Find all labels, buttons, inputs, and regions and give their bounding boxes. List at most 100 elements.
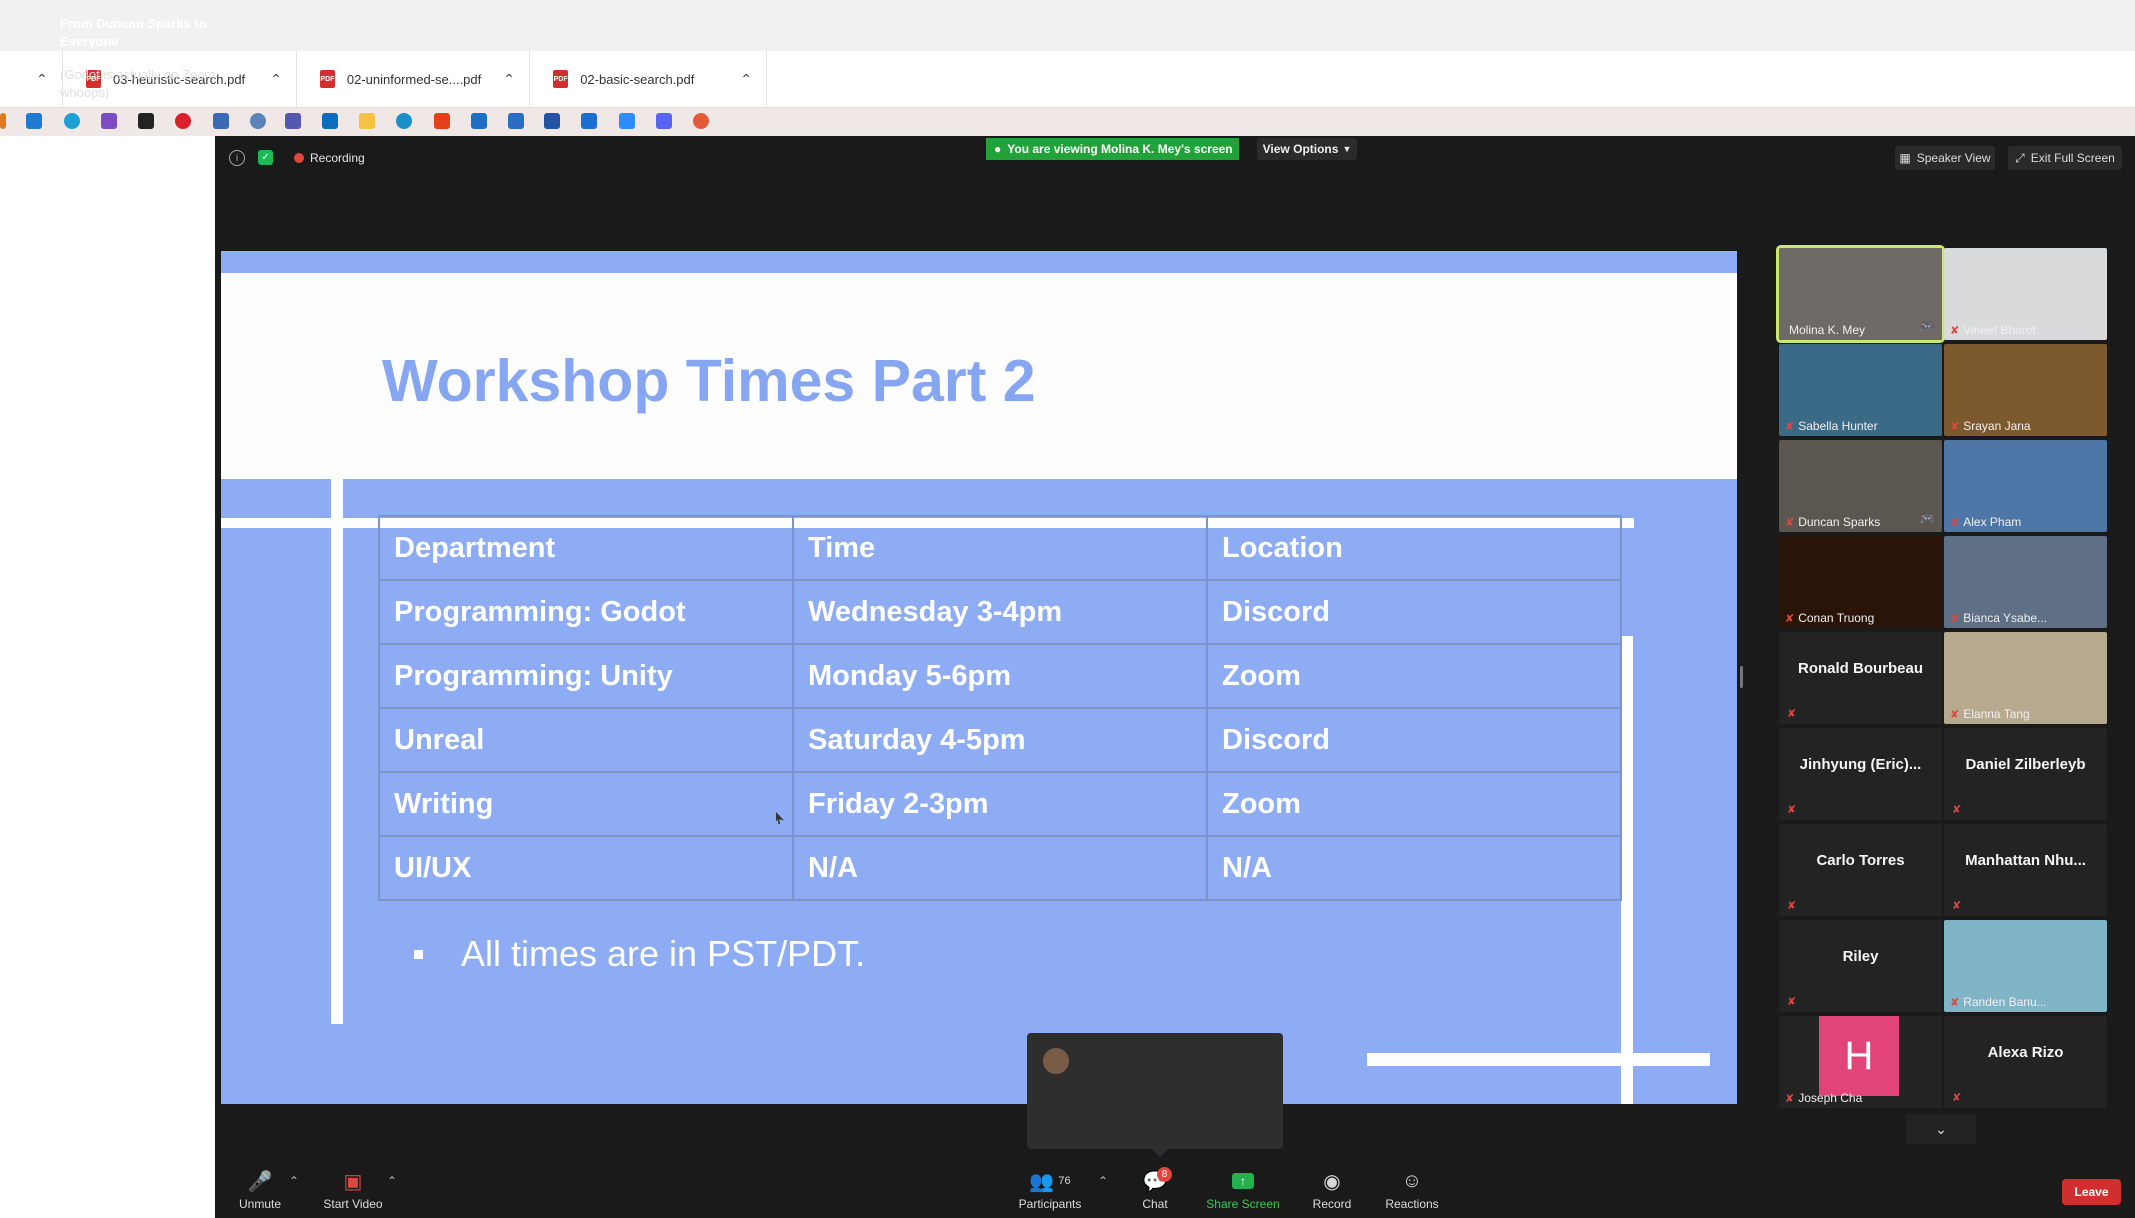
participant-tile[interactable]: ✘ Alex Pham: [1944, 440, 2107, 532]
participant-name-text: Vineet Bharot: [1963, 323, 2036, 337]
opera-icon[interactable]: [175, 113, 191, 129]
participant-tile[interactable]: Carlo Torres ✘: [1779, 824, 1942, 916]
calendar-icon[interactable]: [581, 113, 597, 129]
mail-icon[interactable]: [471, 113, 487, 129]
settings-icon[interactable]: [250, 113, 266, 129]
reactions-label: Reactions: [1385, 1197, 1439, 1211]
participant-name: Manhattan Nhu...: [1965, 852, 2086, 870]
participants-button[interactable]: 👥 76 Participants: [1005, 1168, 1095, 1212]
participant-name: ✘ Srayan Jana: [1950, 419, 2031, 433]
sticky-notes-icon[interactable]: [359, 113, 375, 129]
speaker-view-button[interactable]: ▦ Speaker View: [1895, 146, 1995, 170]
view-options-label: View Options: [1262, 142, 1339, 156]
audio-options-caret-icon[interactable]: ⌃: [289, 1174, 299, 1188]
zoom-icon[interactable]: [619, 113, 635, 129]
muted-microphone-icon: ✘: [1787, 804, 1797, 816]
info-icon[interactable]: i: [229, 150, 245, 166]
download-overflow[interactable]: ⌃: [0, 51, 63, 107]
participant-tile[interactable]: Manhattan Nhu... ✘: [1944, 824, 2107, 916]
discord-icon[interactable]: [656, 113, 672, 129]
download-item[interactable]: PDF 02-basic-search.pdf ⌃: [529, 51, 767, 107]
chat-icon: 💬: [1142, 1170, 1168, 1193]
app-icon[interactable]: [213, 113, 229, 129]
participant-tile[interactable]: ✘ Elanna Tang: [1944, 632, 2107, 724]
participant-tile[interactable]: ✘ Vineet Bharot: [1944, 248, 2107, 340]
participant-tile[interactable]: ✘ Sabella Hunter: [1779, 344, 1942, 436]
table-header-cell: Department: [378, 515, 794, 581]
participant-tile[interactable]: Molina K. Mey 🎮: [1776, 245, 1945, 343]
participant-name: ✘ Elanna Tang: [1950, 707, 2030, 721]
leave-meeting-button[interactable]: Leave: [2062, 1179, 2121, 1205]
paint-icon[interactable]: [693, 113, 709, 129]
chevron-up-icon[interactable]: ⌃: [503, 71, 515, 88]
table-cell: Wednesday 3-4pm: [792, 579, 1208, 645]
participant-tile[interactable]: ✘ Conan Truong: [1779, 536, 1942, 628]
pdf-file-icon: PDF: [553, 70, 569, 88]
participants-options-caret-icon[interactable]: ⌃: [1098, 1174, 1108, 1188]
participant-tile[interactable]: ✘ Duncan Sparks 🎮: [1779, 440, 1942, 532]
share-screen-button[interactable]: ↑ Share Screen: [1198, 1168, 1288, 1211]
participant-tile[interactable]: ✘ Randen Banu...: [1944, 920, 2107, 1012]
participant-tile[interactable]: Ronald Bourbeau ✘: [1779, 632, 1942, 724]
viewing-screen-banner: ● You are viewing Molina K. Mey's screen: [986, 138, 1239, 160]
gallery-next-page-button[interactable]: ⌄: [1906, 1114, 1976, 1144]
participant-tile[interactable]: ✘ Srayan Jana: [1944, 344, 2107, 436]
remote-desktop-icon[interactable]: [508, 113, 524, 129]
start-video-button[interactable]: ▣ Start Video: [308, 1168, 398, 1212]
unmute-label: Unmute: [238, 1197, 282, 1211]
outlook-icon[interactable]: [322, 113, 338, 129]
office-icon[interactable]: [434, 113, 450, 129]
participant-tile[interactable]: Riley ✘: [1779, 920, 1942, 1012]
table-cell: Zoom: [1206, 771, 1622, 837]
app-icon[interactable]: [396, 113, 412, 129]
participants-count: 76: [1058, 1175, 1071, 1187]
record-icon: ◉: [1323, 1170, 1341, 1193]
download-filename: 02-basic-search.pdf: [580, 71, 695, 87]
split-resize-handle[interactable]: [1740, 666, 1743, 688]
chevron-up-icon[interactable]: ⌃: [740, 71, 752, 88]
folder-icon[interactable]: [0, 113, 6, 129]
muted-microphone-icon: ✘: [1950, 996, 1960, 1009]
participant-tile[interactable]: Daniel Zilberleyb ✘: [1944, 728, 2107, 820]
participant-name: ✘ Randen Banu...: [1950, 995, 2047, 1009]
participant-tile[interactable]: H ✘ Joseph Cha: [1779, 1016, 1942, 1108]
participant-tile[interactable]: Jinhyung (Eric)... ✘: [1779, 728, 1942, 820]
exit-fullscreen-icon: ⤢: [2015, 150, 2025, 165]
download-item[interactable]: PDF 02-uninformed-se....pdf ⌃: [296, 51, 530, 107]
encryption-shield-icon[interactable]: ✓: [258, 150, 273, 165]
exit-full-screen-button[interactable]: ⤢ Exit Full Screen: [2008, 146, 2122, 170]
video-options-caret-icon[interactable]: ⌃: [387, 1174, 397, 1188]
chat-button[interactable]: 💬 Chat: [1110, 1168, 1200, 1212]
view-options-button[interactable]: View Options ▼: [1257, 138, 1357, 160]
chevron-up-icon[interactable]: ⌃: [270, 71, 282, 88]
taskbar: [0, 108, 2135, 136]
table-cell: Discord: [1206, 579, 1622, 645]
chat-notification[interactable]: [1027, 1033, 1283, 1149]
share-screen-label: Share Screen: [1206, 1197, 1280, 1211]
vscode-icon[interactable]: [26, 113, 42, 129]
participant-tile[interactable]: Alexa Rizo ✘: [1944, 1016, 2107, 1108]
video-off-icon: ▣: [343, 1170, 363, 1193]
teams-icon[interactable]: [285, 113, 301, 129]
record-button[interactable]: ◉ Record: [1287, 1168, 1377, 1212]
avatar: H: [1819, 1016, 1899, 1096]
browser-top-strip: [0, 0, 2135, 52]
participant-tile[interactable]: ✘ Bianca Ysabe...: [1944, 536, 2107, 628]
participant-name: ✘ Duncan Sparks: [1785, 515, 1880, 529]
participant-name: ✘ Joseph Cha: [1785, 1091, 1862, 1105]
word-icon[interactable]: [544, 113, 560, 129]
chat-notification-pointer: [1151, 1148, 1169, 1157]
terminal-icon[interactable]: [138, 113, 154, 129]
workshop-times-table: Department Time Location Programming: Go…: [378, 515, 1622, 901]
participant-name: ✘ Vineet Bharot: [1950, 323, 2036, 337]
chevron-up-icon[interactable]: ⌃: [36, 71, 48, 88]
muted-microphone-icon: ✘: [1787, 708, 1797, 720]
reactions-button[interactable]: ☺ Reactions: [1367, 1168, 1457, 1212]
visual-studio-icon[interactable]: [101, 113, 117, 129]
muted-microphone-icon: ✘: [1950, 420, 1960, 433]
muted-microphone-icon: ✘: [1950, 516, 1960, 529]
pdf-file-icon: PDF: [320, 70, 335, 88]
chat-unread-badge: 8: [1157, 1167, 1172, 1182]
edge-icon[interactable]: [64, 113, 80, 129]
table-cell: Saturday 4-5pm: [792, 707, 1208, 773]
